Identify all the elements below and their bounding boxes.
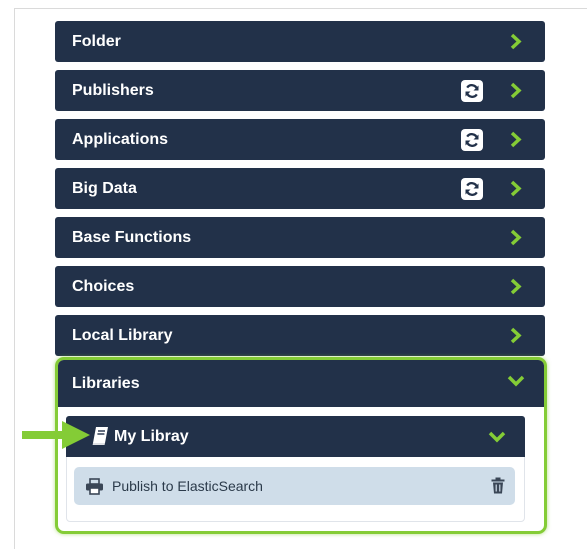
my-library-card: My Libray Publish to ElasticSearch — [66, 416, 525, 522]
chevron-down-icon[interactable] — [507, 374, 525, 388]
pointer-arrow-icon — [22, 421, 90, 449]
refresh-icon — [465, 133, 479, 147]
my-library-label: My Libray — [114, 427, 189, 445]
chevron-right-icon[interactable] — [509, 229, 523, 246]
my-library-header[interactable]: My Libray — [66, 416, 525, 457]
chevron-right-icon[interactable] — [509, 131, 523, 148]
chevron-right-icon[interactable] — [509, 82, 523, 99]
panel-label: Folder — [72, 32, 121, 50]
list-item[interactable]: Publish to ElasticSearch — [74, 467, 515, 505]
panel-folder[interactable]: Folder — [55, 21, 545, 62]
trash-icon[interactable] — [491, 477, 505, 494]
panel-label: Libraries — [72, 374, 140, 392]
book-icon — [92, 427, 108, 445]
list-item-label: Publish to ElasticSearch — [112, 478, 263, 494]
chevron-right-icon[interactable] — [509, 327, 523, 344]
panel-label: Choices — [72, 277, 135, 295]
chevron-right-icon[interactable] — [509, 33, 523, 50]
panel-label: Base Functions — [72, 228, 192, 246]
panel-base-functions[interactable]: Base Functions — [55, 217, 545, 258]
panel-choices[interactable]: Choices — [55, 266, 545, 307]
chevron-right-icon[interactable] — [509, 278, 523, 295]
libraries-highlight-box: Libraries My Libray Publish to ElasticSe… — [55, 357, 547, 534]
panel-applications[interactable]: Applications — [55, 119, 545, 160]
chevron-right-icon[interactable] — [509, 180, 523, 197]
panel-libraries[interactable]: Libraries — [58, 360, 544, 407]
chevron-down-icon[interactable] — [488, 430, 506, 444]
refresh-icon — [465, 182, 479, 196]
panel-local-library[interactable]: Local Library — [55, 315, 545, 356]
refresh-icon — [465, 84, 479, 98]
refresh-button[interactable] — [461, 178, 483, 200]
refresh-button[interactable] — [461, 129, 483, 151]
printer-icon — [86, 478, 103, 495]
panel-big-data[interactable]: Big Data — [55, 168, 545, 209]
panel-label: Local Library — [72, 326, 173, 344]
panel-publishers[interactable]: Publishers — [55, 70, 545, 111]
refresh-button[interactable] — [461, 80, 483, 102]
